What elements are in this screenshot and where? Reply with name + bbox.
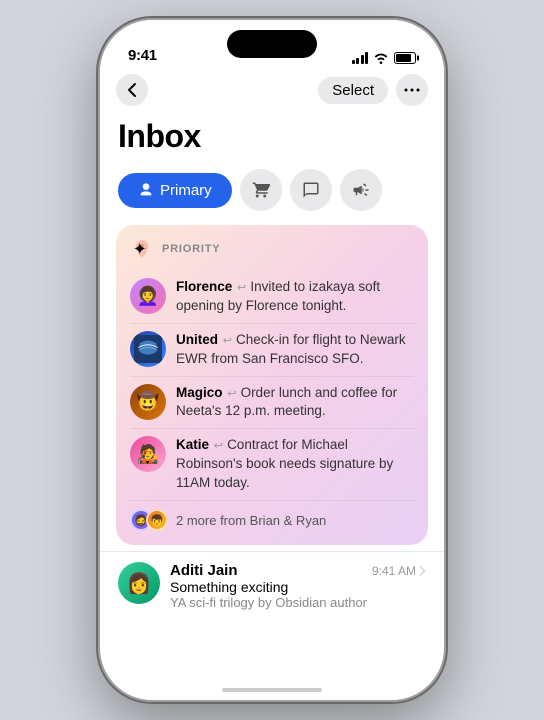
email-content-aditi: Aditi Jain 9:41 AM Something exciting YA…	[170, 562, 426, 610]
priority-item-florence[interactable]: 👩‍🦱 Florence ↩ Invited to izakaya soft o…	[130, 271, 414, 324]
priority-card: ✦ PRIORITY 👩‍🦱 Florence ↩ Invited to iza…	[116, 225, 428, 545]
megaphone-icon	[352, 181, 370, 199]
reply-icon-united: ↩	[223, 335, 235, 347]
page-title: Inbox	[100, 114, 444, 169]
avatar-florence: 👩‍🦱	[130, 278, 166, 314]
tab-primary-label: Primary	[160, 182, 212, 199]
nav-actions: Select	[318, 74, 428, 106]
email-sender-aditi: Aditi Jain	[170, 562, 238, 579]
reply-icon-katie: ↩	[214, 440, 226, 452]
avatar-united	[130, 331, 166, 367]
item-text-florence: Florence ↩ Invited to izakaya soft openi…	[176, 278, 414, 316]
united-logo-svg	[134, 335, 162, 363]
phone-frame: 9:41 Select	[100, 20, 444, 700]
item-text-katie: Katie ↩ Contract for Michael Robinson's …	[176, 436, 414, 493]
more-button[interactable]	[396, 74, 428, 106]
email-preview-aditi: YA sci-fi trilogy by Obsidian author	[170, 595, 426, 610]
avatar-katie: 🧑‍🎤	[130, 436, 166, 472]
svg-text:✦: ✦	[133, 241, 147, 259]
priority-item-katie[interactable]: 🧑‍🎤 Katie ↩ Contract for Michael Robinso…	[130, 429, 414, 501]
sender-magico: Magico	[176, 385, 223, 400]
reply-icon-florence: ↩	[237, 282, 249, 294]
status-icons	[352, 52, 417, 64]
priority-icon: ✦	[130, 237, 154, 261]
tab-social[interactable]	[290, 169, 332, 211]
status-bar: 9:41	[100, 20, 444, 70]
email-list: 👩 Aditi Jain 9:41 AM Something exciting …	[100, 551, 444, 620]
tab-bar: Primary	[100, 169, 444, 211]
more-avatars: 🧔 👦	[130, 509, 168, 531]
nav-bar: Select	[100, 70, 444, 114]
item-text-magico: Magico ↩ Order lunch and coffee for Neet…	[176, 384, 414, 422]
tab-shopping[interactable]	[240, 169, 282, 211]
avatar-aditi: 👩	[118, 562, 160, 604]
battery-icon	[394, 52, 416, 64]
tab-promotions[interactable]	[340, 169, 382, 211]
select-button[interactable]: Select	[318, 77, 388, 104]
sender-united: United	[176, 332, 218, 347]
item-text-united: United ↩ Check-in for flight to Newark E…	[176, 331, 414, 369]
email-header-aditi: Aditi Jain 9:41 AM	[170, 562, 426, 579]
body-katie: Contract for Michael Robinson's book nee…	[176, 437, 393, 490]
back-button[interactable]	[116, 74, 148, 106]
priority-header: ✦ PRIORITY	[130, 237, 414, 261]
wifi-icon	[373, 52, 389, 64]
email-subject-aditi: Something exciting	[170, 579, 426, 595]
email-item-aditi[interactable]: 👩 Aditi Jain 9:41 AM Something exciting …	[100, 551, 444, 620]
more-from[interactable]: 🧔 👦 2 more from Brian & Ryan	[130, 501, 414, 533]
priority-label: PRIORITY	[162, 243, 220, 255]
priority-item-united[interactable]: United ↩ Check-in for flight to Newark E…	[130, 324, 414, 377]
person-icon	[138, 182, 154, 198]
shopping-icon	[252, 181, 270, 199]
sender-katie: Katie	[176, 437, 209, 452]
sender-florence: Florence	[176, 279, 232, 294]
signal-bars-icon	[352, 52, 369, 64]
avatar-magico: 🤠	[130, 384, 166, 420]
status-time: 9:41	[128, 47, 157, 64]
reply-icon-magico: ↩	[227, 388, 239, 400]
email-time-aditi: 9:41 AM	[372, 564, 426, 578]
priority-item-magico[interactable]: 🤠 Magico ↩ Order lunch and coffee for Ne…	[130, 377, 414, 430]
home-indicator	[222, 688, 322, 692]
chevron-right-icon	[419, 566, 426, 576]
dynamic-island	[227, 30, 317, 58]
more-from-text: 2 more from Brian & Ryan	[176, 513, 326, 528]
mini-avatar-2: 👦	[146, 509, 168, 531]
tab-primary[interactable]: Primary	[118, 173, 232, 208]
chat-icon	[302, 181, 320, 199]
